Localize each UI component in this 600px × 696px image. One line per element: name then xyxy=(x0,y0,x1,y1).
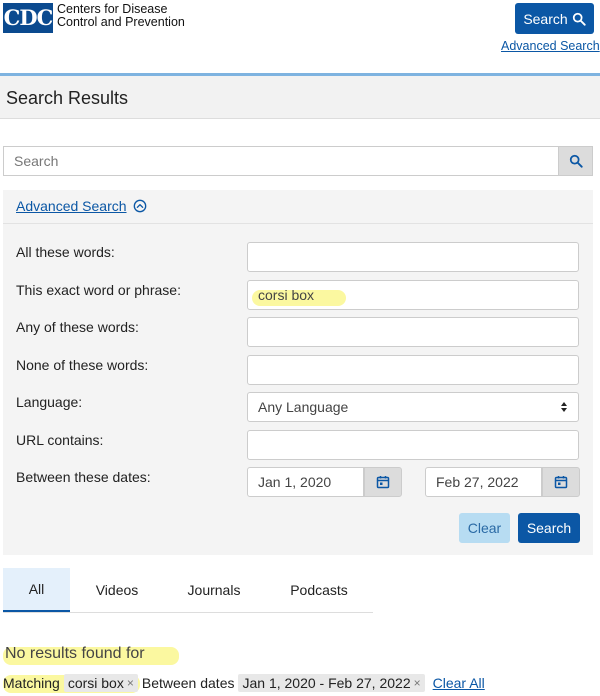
tab-all[interactable]: All xyxy=(3,568,70,612)
tab-videos[interactable]: Videos xyxy=(83,568,151,612)
matching-label: Matching xyxy=(3,675,60,691)
cdc-logo[interactable]: CDC Centers for Disease Control and Prev… xyxy=(3,3,197,33)
logo-line-2: Control and Prevention xyxy=(57,15,185,29)
tab-podcasts[interactable]: Podcasts xyxy=(283,568,355,612)
date-from-calendar-button[interactable] xyxy=(364,467,402,497)
date-from-value: Jan 1, 2020 xyxy=(258,474,332,490)
header-advanced-search-link[interactable]: Advanced Search xyxy=(501,39,600,53)
date-to-input[interactable]: Feb 27, 2022 xyxy=(425,467,542,497)
none-words-input[interactable] xyxy=(247,355,579,385)
matching-chip-label: corsi box xyxy=(67,675,124,691)
search-icon xyxy=(572,12,586,26)
search-submit-button[interactable] xyxy=(558,146,593,176)
chevron-up-circle-icon xyxy=(133,199,146,213)
any-words-input[interactable] xyxy=(247,317,579,347)
dates-chip[interactable]: Jan 1, 2020 - Feb 27, 2022 × xyxy=(238,674,425,692)
header-search-button[interactable]: Search xyxy=(515,3,594,34)
cdc-logo-mark: CDC xyxy=(3,3,53,33)
date-to-calendar-button[interactable] xyxy=(542,467,580,497)
header-search-label: Search xyxy=(523,10,568,27)
calendar-icon xyxy=(554,476,568,489)
url-contains-input[interactable] xyxy=(247,430,579,460)
advanced-search-submit-button[interactable]: Search xyxy=(518,513,580,543)
date-to-value: Feb 27, 2022 xyxy=(436,474,519,490)
active-filters: Matching corsi box × Between dates Jan 1… xyxy=(3,673,485,693)
exact-phrase-input[interactable]: corsi box xyxy=(247,280,579,310)
dates-chip-label: Jan 1, 2020 - Feb 27, 2022 xyxy=(242,675,411,691)
clear-button[interactable]: Clear xyxy=(459,513,510,543)
date-from-input[interactable]: Jan 1, 2020 xyxy=(247,467,364,497)
language-label: Language: xyxy=(16,394,83,410)
close-icon[interactable]: × xyxy=(127,676,134,690)
tab-journals[interactable]: Journals xyxy=(179,568,249,612)
language-select[interactable]: Any Language xyxy=(247,392,579,422)
calendar-icon xyxy=(376,476,390,489)
url-contains-label: URL contains: xyxy=(16,432,104,448)
language-select-value: Any Language xyxy=(258,399,349,415)
search-input[interactable] xyxy=(3,146,558,176)
cdc-logo-text: Centers for Disease Control and Preventi… xyxy=(57,3,197,29)
title-bar: Search Results xyxy=(0,76,600,119)
exact-phrase-label: This exact word or phrase: xyxy=(16,282,181,298)
no-results-message: No results found for xyxy=(5,645,145,662)
all-words-input[interactable] xyxy=(247,242,579,272)
page-title: Search Results xyxy=(6,88,129,108)
site-header: CDC Centers for Disease Control and Prev… xyxy=(0,0,600,76)
exact-phrase-value: corsi box xyxy=(258,287,315,303)
select-arrows-icon xyxy=(561,402,567,412)
date-range-label: Between these dates: xyxy=(16,469,151,485)
any-words-label: Any of these words: xyxy=(16,319,139,335)
close-icon[interactable]: × xyxy=(414,676,421,690)
advanced-search-panel: Advanced Search All these words: This ex… xyxy=(3,190,593,555)
search-icon xyxy=(569,154,583,168)
advanced-search-toggle-label: Advanced Search xyxy=(16,198,127,214)
none-words-label: None of these words: xyxy=(16,357,149,373)
matching-chip[interactable]: corsi box × xyxy=(63,674,138,692)
all-words-label: All these words: xyxy=(16,244,115,260)
clear-all-link[interactable]: Clear All xyxy=(433,675,485,691)
between-dates-label: Between dates xyxy=(141,675,235,691)
panel-divider xyxy=(3,223,593,224)
advanced-search-toggle[interactable]: Advanced Search xyxy=(16,198,147,214)
result-tabs: All Videos Journals Podcasts xyxy=(3,568,373,613)
